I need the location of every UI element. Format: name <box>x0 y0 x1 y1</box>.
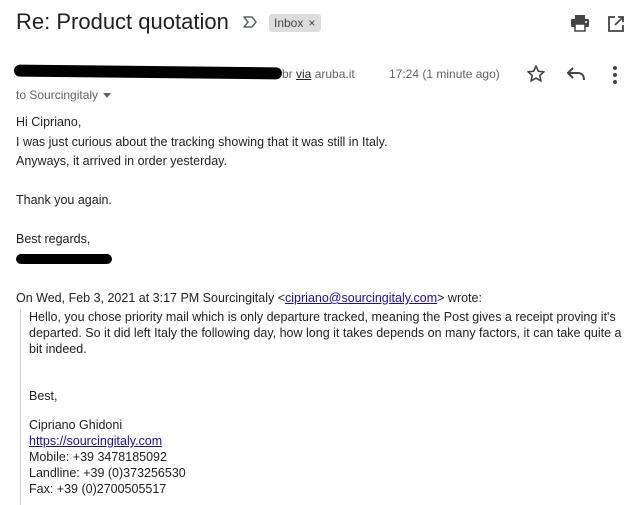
website-link[interactable]: https://sourcingitaly.com <box>29 434 162 448</box>
sender-details: br via aruba.it <box>282 67 355 81</box>
star-icon[interactable] <box>526 64 546 84</box>
more-vertical-icon[interactable] <box>609 64 621 86</box>
label-important-icon[interactable] <box>242 14 258 30</box>
inbox-label-chip[interactable]: Inbox × <box>269 14 322 32</box>
via-domain: aruba.it <box>314 67 355 81</box>
email-subject: Re: Product quotation <box>16 9 229 34</box>
signature-redacted <box>16 254 112 264</box>
quote-attribution: On Wed, Feb 3, 2021 at 3:17 PM Sourcingi… <box>16 291 482 305</box>
body-line: Thank you again. <box>16 193 112 207</box>
quoted-name: Cipriano Ghidoni <box>29 418 123 432</box>
quote-attribution-suffix: > wrote: <box>437 291 482 305</box>
quoted-mobile: Mobile: +39 3478185092 <box>29 450 167 464</box>
body-line: Hi Cipriano, <box>16 115 82 129</box>
quoted-fax: Fax: +39 (0)2700505517 <box>29 482 167 496</box>
body-line: Anyways, it arrived in order yesterday. <box>16 154 227 168</box>
sender-name-redacted <box>13 64 283 80</box>
chevron-down-icon <box>103 93 112 99</box>
inbox-label-text: Inbox <box>274 16 304 30</box>
quote-border <box>20 309 21 505</box>
quoted-landline: Landline: +39 (0)373256530 <box>29 466 186 480</box>
sender-address-tail: br <box>282 67 293 81</box>
quoted-email-link[interactable]: cipriano@sourcingitaly.com <box>285 291 437 305</box>
message-timestamp: 17:24 (1 minute ago) <box>389 67 500 81</box>
reply-icon[interactable] <box>565 64 587 84</box>
open-in-new-window-icon[interactable] <box>606 14 626 34</box>
body-line: Best regards, <box>16 232 91 246</box>
via-link[interactable]: via <box>296 67 311 81</box>
quote-attribution-prefix: On Wed, Feb 3, 2021 at 3:17 PM Sourcingi… <box>16 291 286 305</box>
quoted-paragraph: Hello, you chose priority mail which is … <box>29 310 622 356</box>
recipients-toggle[interactable]: to Sourcingitaly <box>16 88 112 102</box>
body-line: I was just curious about the tracking sh… <box>16 135 388 149</box>
quoted-closing: Best, <box>29 389 58 403</box>
quoted-website: https://sourcingitaly.com <box>29 434 162 448</box>
recipients-text: to Sourcingitaly <box>16 88 99 102</box>
print-icon[interactable] <box>570 14 590 32</box>
remove-label-button[interactable]: × <box>308 16 315 30</box>
